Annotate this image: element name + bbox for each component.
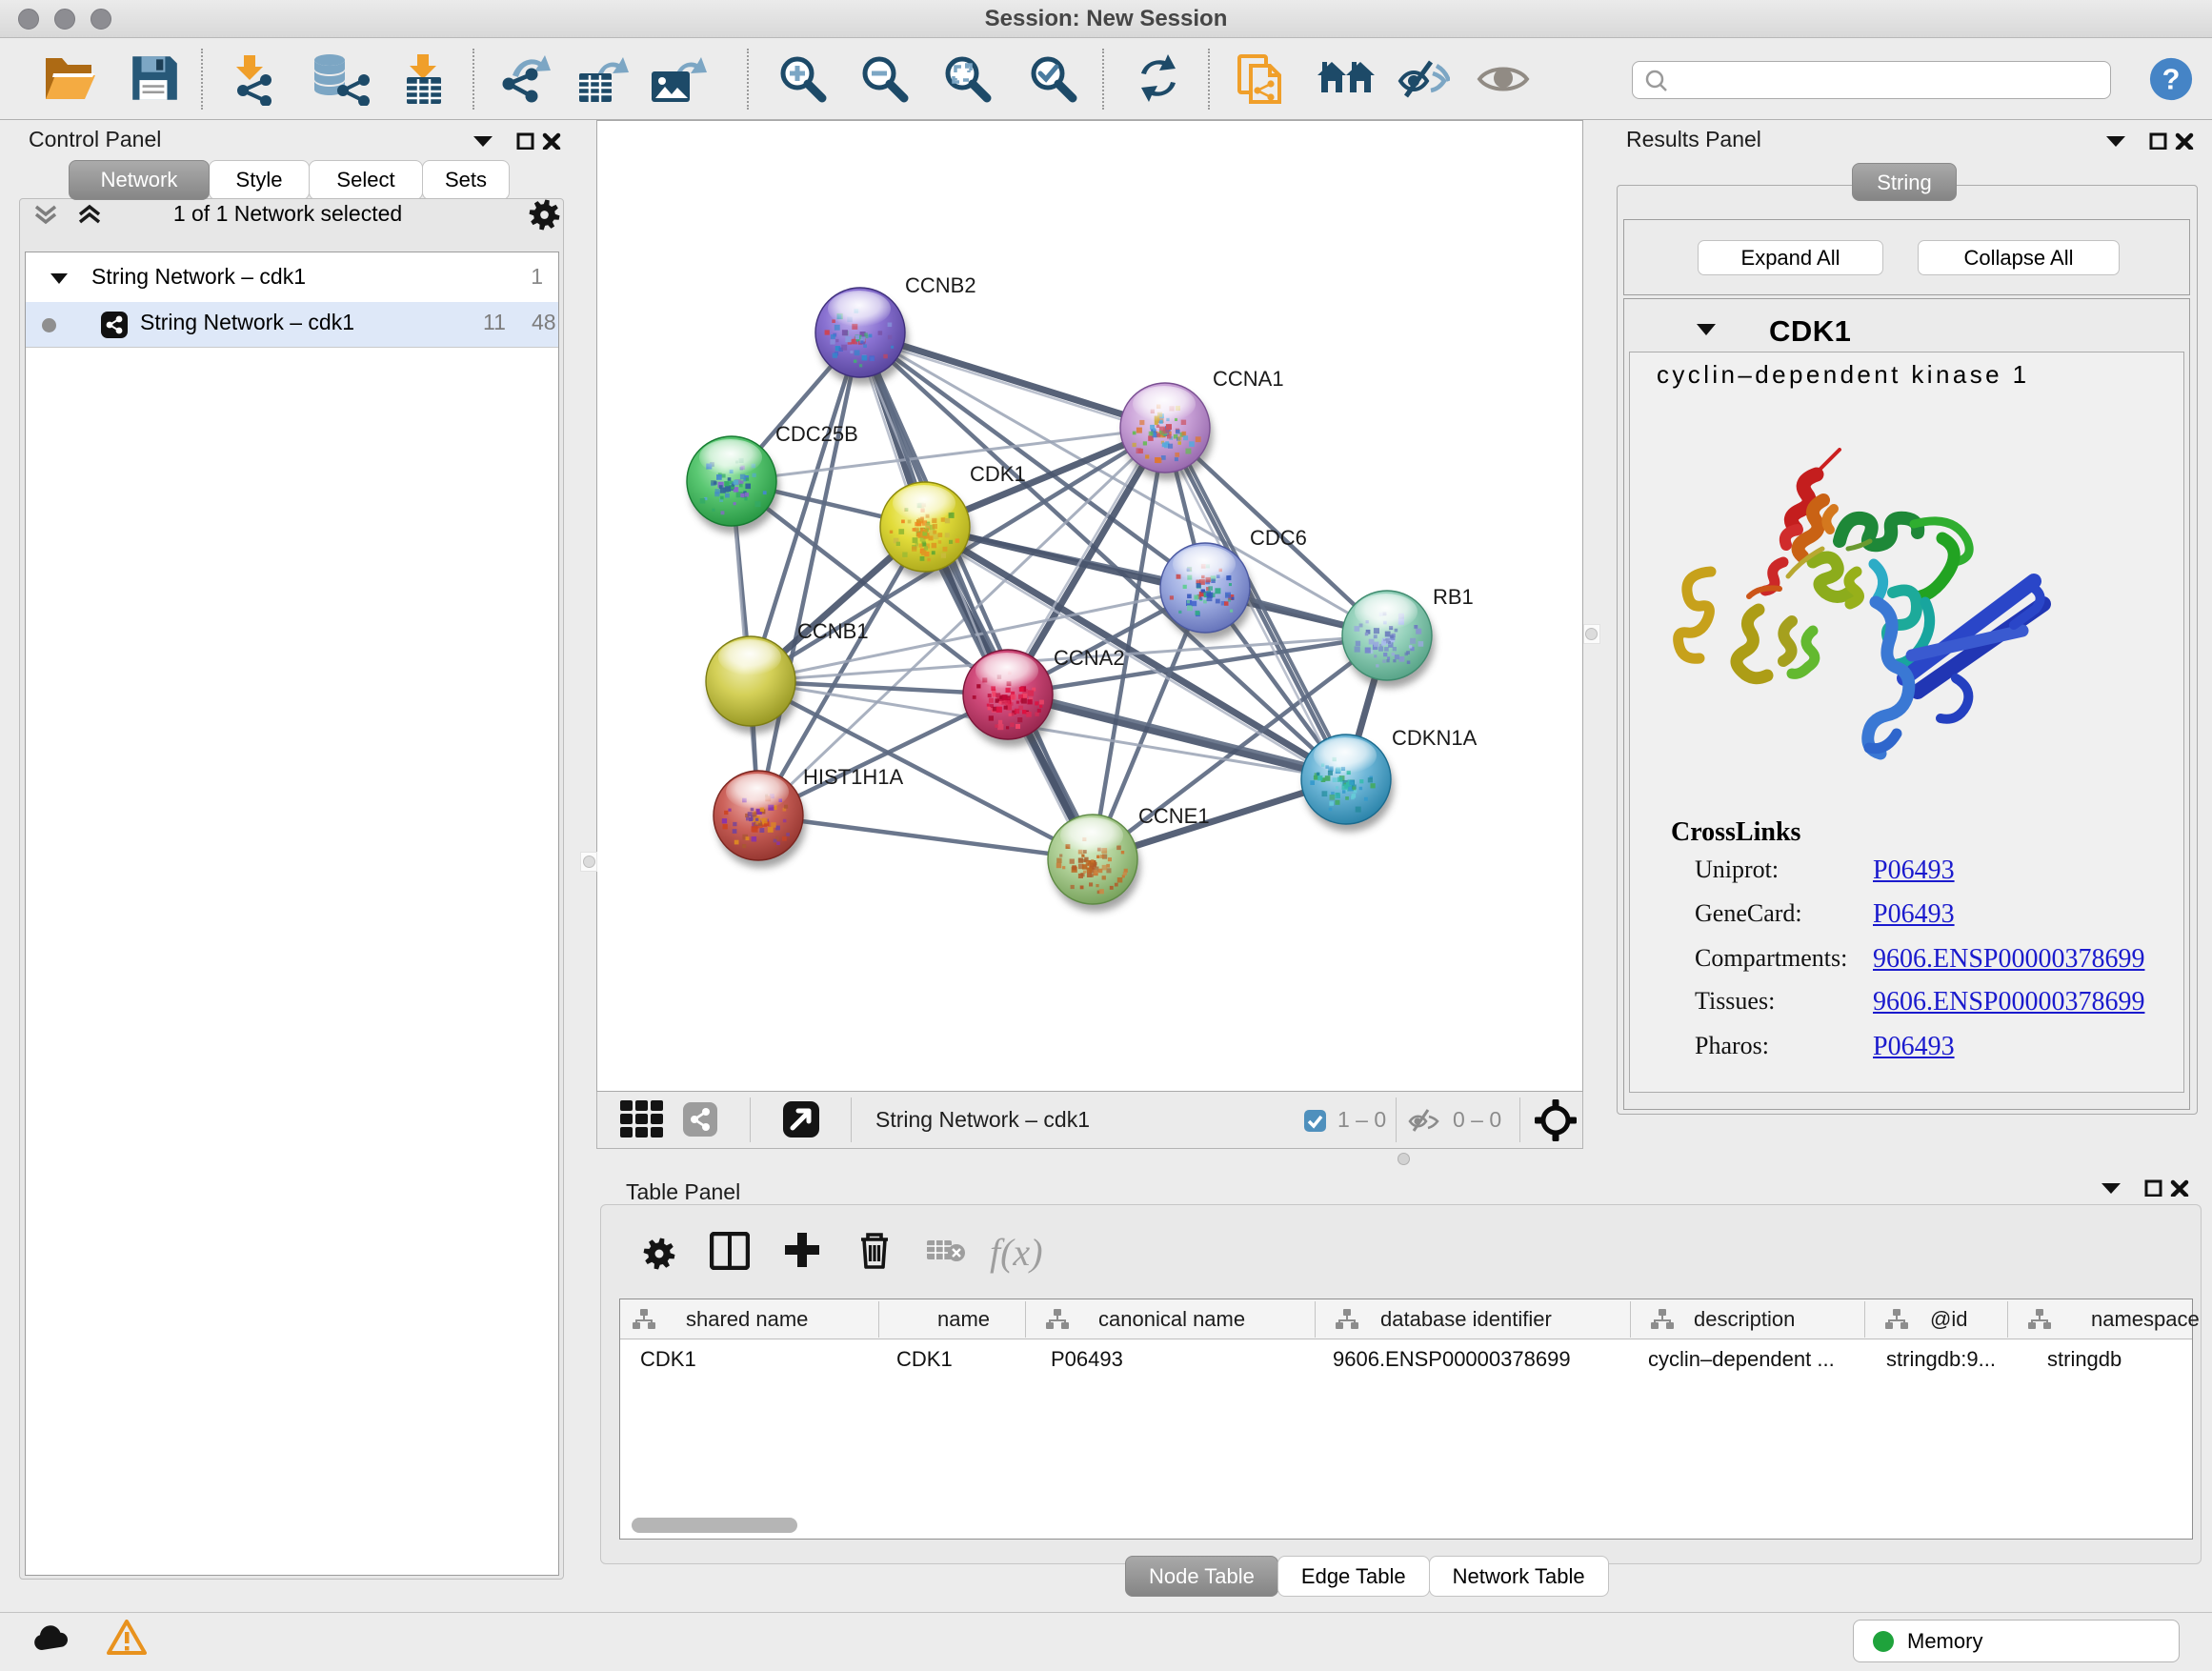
svg-text:CCNA2: CCNA2 <box>1054 646 1125 670</box>
svg-text:CDKN1A: CDKN1A <box>1392 726 1478 750</box>
svg-text:CDC25B: CDC25B <box>775 422 858 446</box>
svg-text:CDC6: CDC6 <box>1250 526 1307 550</box>
svg-text:CCNE1: CCNE1 <box>1138 804 1210 828</box>
svg-text:HIST1H1A: HIST1H1A <box>803 765 903 789</box>
svg-text:RB1: RB1 <box>1433 585 1474 609</box>
svg-text:CCNB2: CCNB2 <box>905 273 976 297</box>
svg-text:CCNB1: CCNB1 <box>797 619 869 643</box>
svg-text:?: ? <box>2162 63 2181 96</box>
svg-text:CCNA1: CCNA1 <box>1213 367 1284 391</box>
svg-text:CDK1: CDK1 <box>970 462 1026 486</box>
